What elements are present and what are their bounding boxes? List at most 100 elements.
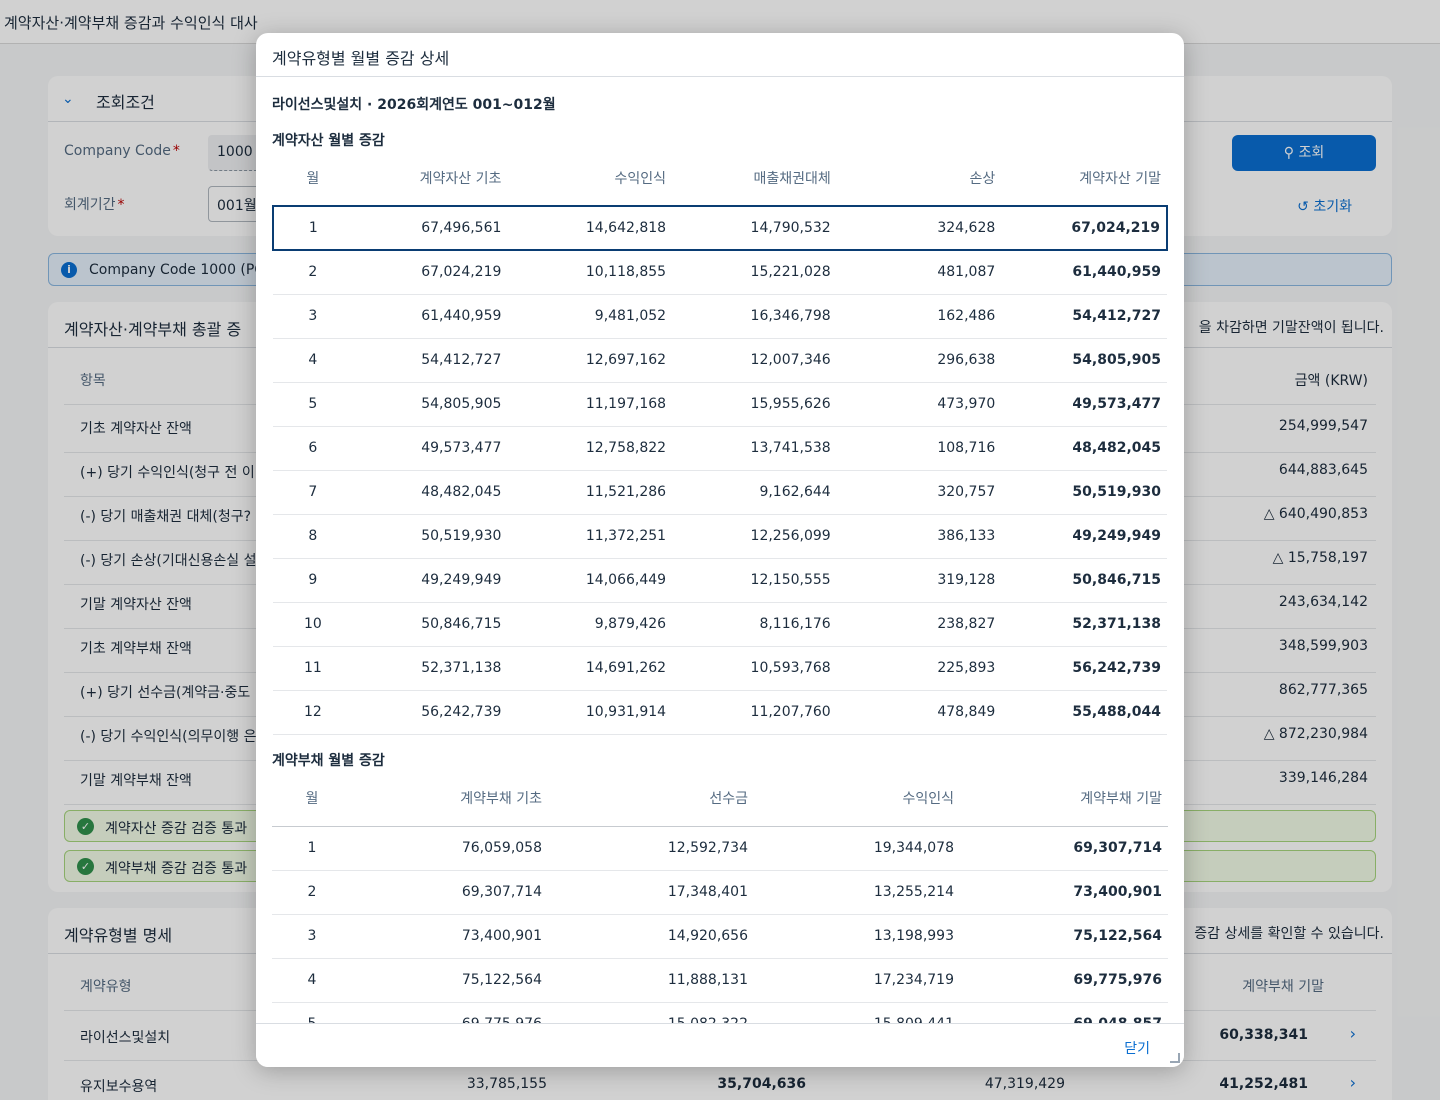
asset-cell: 108,716 [836, 426, 1002, 471]
asset-cell: 11,207,760 [672, 690, 837, 735]
asset-col-header: 수익인식 [507, 150, 673, 207]
close-button[interactable]: 닫기 [1124, 1038, 1150, 1058]
table-row[interactable]: 3 61,440,959 9,481,052 16,346,798 162,486 54,… [273, 294, 1167, 339]
asset-cell: 319,128 [836, 558, 1002, 603]
asset-cell: 1 [272, 205, 353, 251]
table-row[interactable]: 9 49,249,949 14,066,449 12,150,555 319,128 50… [273, 558, 1167, 603]
asset-col-header: 손상 [836, 150, 1002, 207]
liability-cell: 75,122,564 [960, 914, 1168, 959]
asset-cell: 11,197,168 [507, 382, 673, 427]
table-row[interactable]: 4 54,412,727 12,697,162 12,007,346 296,638 54… [273, 338, 1167, 383]
asset-cell: 12 [273, 690, 353, 735]
asset-cell: 15,955,626 [672, 382, 837, 427]
asset-cell: 8 [273, 514, 353, 559]
asset-cell: 12,697,162 [507, 338, 673, 383]
asset-cell: 14,691,262 [507, 646, 673, 691]
table-row[interactable]: 5 54,805,905 11,197,168 15,955,626 473,970 49… [273, 382, 1167, 427]
liability-col-header: 월 [272, 770, 352, 827]
monthly-detail-dialog: 계약유형별 월별 증감 상세 라이선스및설치 · 2026회계연도 001~01… [256, 33, 1184, 1067]
asset-monthly-table: 월 계약자산 기초 수익인식 매출채권대체 손상 계약자산 기말 1 67,496,561 1… [272, 150, 1168, 735]
liability-cell: 4 [272, 958, 352, 1003]
asset-cell: 67,024,219 [1001, 205, 1168, 251]
asset-cell: 5 [273, 382, 353, 427]
asset-cell: 50,846,715 [352, 602, 508, 647]
resize-handle-icon[interactable] [1170, 1053, 1180, 1063]
asset-cell: 48,482,045 [352, 470, 508, 515]
asset-cell: 8,116,176 [672, 602, 837, 647]
table-row[interactable]: 1 76,059,058 12,592,734 19,344,078 69,307,71… [272, 826, 1168, 871]
asset-cell: 10 [273, 602, 353, 647]
asset-cell: 9,481,052 [507, 294, 673, 339]
asset-cell: 52,371,138 [1001, 602, 1167, 647]
asset-cell: 49,573,477 [352, 426, 508, 471]
asset-cell: 56,242,739 [352, 690, 508, 735]
asset-cell: 11 [273, 646, 353, 691]
liability-cell: 1 [272, 826, 352, 871]
liability-col-header: 계약부채 기초 [352, 770, 548, 827]
liability-cell: 73,400,901 [352, 914, 548, 959]
liability-cell: 69,307,714 [352, 870, 548, 915]
asset-cell: 12,256,099 [672, 514, 837, 559]
table-row[interactable]: 1 67,496,561 14,642,818 14,790,532 324,628 67… [272, 205, 1168, 251]
asset-cell: 324,628 [836, 205, 1002, 251]
asset-cell: 10,118,855 [507, 250, 673, 295]
asset-cell: 386,133 [836, 514, 1002, 559]
asset-cell: 55,488,044 [1001, 690, 1167, 735]
asset-col-header: 계약자산 기말 [1001, 150, 1167, 207]
asset-cell: 16,346,798 [672, 294, 837, 339]
liability-cell: 75,122,564 [352, 958, 548, 1003]
asset-cell: 11,372,251 [507, 514, 673, 559]
asset-cell: 296,638 [836, 338, 1002, 383]
liability-col-header: 수익인식 [754, 770, 960, 827]
liability-cell: 15,809,441 [754, 1002, 960, 1023]
table-row[interactable]: 6 49,573,477 12,758,822 13,741,538 108,716 48… [273, 426, 1167, 471]
asset-cell: 12,150,555 [672, 558, 837, 603]
liability-cell: 76,059,058 [352, 826, 548, 871]
liability-cell: 69,307,714 [960, 826, 1168, 871]
asset-cell: 12,007,346 [672, 338, 837, 383]
dialog-title: 계약유형별 월별 증감 상세 [272, 49, 450, 68]
asset-cell: 61,440,959 [1001, 250, 1167, 295]
asset-cell: 3 [273, 294, 353, 339]
liability-cell: 69,775,976 [960, 958, 1168, 1003]
asset-cell: 481,087 [836, 250, 1002, 295]
liability-section-title: 계약부채 월별 증감 [272, 753, 385, 769]
asset-cell: 54,412,727 [352, 338, 508, 383]
asset-cell: 54,412,727 [1001, 294, 1167, 339]
liability-cell: 17,234,719 [754, 958, 960, 1003]
asset-cell: 50,846,715 [1001, 558, 1167, 603]
table-row[interactable]: 7 48,482,045 11,521,286 9,162,644 320,757 50,… [273, 470, 1167, 515]
table-row[interactable]: 11 52,371,138 14,691,262 10,593,768 225,893 5… [273, 646, 1167, 691]
asset-section-title: 계약자산 월별 증감 [272, 133, 385, 149]
asset-cell: 225,893 [836, 646, 1002, 691]
asset-cell: 10,593,768 [672, 646, 837, 691]
table-row[interactable]: 2 67,024,219 10,118,855 15,221,028 481,087 61… [273, 250, 1167, 295]
asset-cell: 11,521,286 [507, 470, 673, 515]
asset-cell: 48,482,045 [1001, 426, 1167, 471]
asset-cell: 56,242,739 [1001, 646, 1167, 691]
table-row[interactable]: 3 73,400,901 14,920,656 13,198,993 75,122,56… [272, 914, 1168, 959]
dialog-content[interactable]: 라이선스및설치 · 2026회계연도 001~012월 계약자산 월별 증감 월… [272, 77, 1168, 1023]
table-row[interactable]: 4 75,122,564 11,888,131 17,234,719 69,775,97… [272, 958, 1168, 1003]
asset-cell: 2 [273, 250, 353, 295]
asset-cell: 52,371,138 [352, 646, 508, 691]
liability-col-header: 계약부채 기말 [960, 770, 1168, 827]
asset-cell: 238,827 [836, 602, 1002, 647]
table-row[interactable]: 2 69,307,714 17,348,401 13,255,214 73,400,90… [272, 870, 1168, 915]
liability-cell: 12,592,734 [548, 826, 754, 871]
liability-cell: 17,348,401 [548, 870, 754, 915]
asset-cell: 54,805,905 [1001, 338, 1167, 383]
table-row[interactable]: 8 50,519,930 11,372,251 12,256,099 386,133 49… [273, 514, 1167, 559]
liability-cell: 13,255,214 [754, 870, 960, 915]
asset-cell: 67,496,561 [352, 205, 508, 251]
table-row[interactable]: 12 56,242,739 10,931,914 11,207,760 478,849 5… [273, 690, 1167, 735]
asset-cell: 7 [273, 470, 353, 515]
asset-cell: 4 [273, 338, 353, 383]
table-row[interactable]: 569,775,97615,082,32215,809,44169,048,85… [272, 1002, 1168, 1023]
asset-cell: 50,519,930 [352, 514, 508, 559]
liability-monthly-table: 월 계약부채 기초 선수금 수익인식 계약부채 기말 1 76,059,058 12,592… [272, 770, 1168, 1023]
liability-col-header: 선수금 [548, 770, 754, 827]
asset-cell: 9 [273, 558, 353, 603]
asset-cell: 14,642,818 [507, 205, 673, 251]
table-row[interactable]: 10 50,846,715 9,879,426 8,116,176 238,827 52,… [273, 602, 1167, 647]
